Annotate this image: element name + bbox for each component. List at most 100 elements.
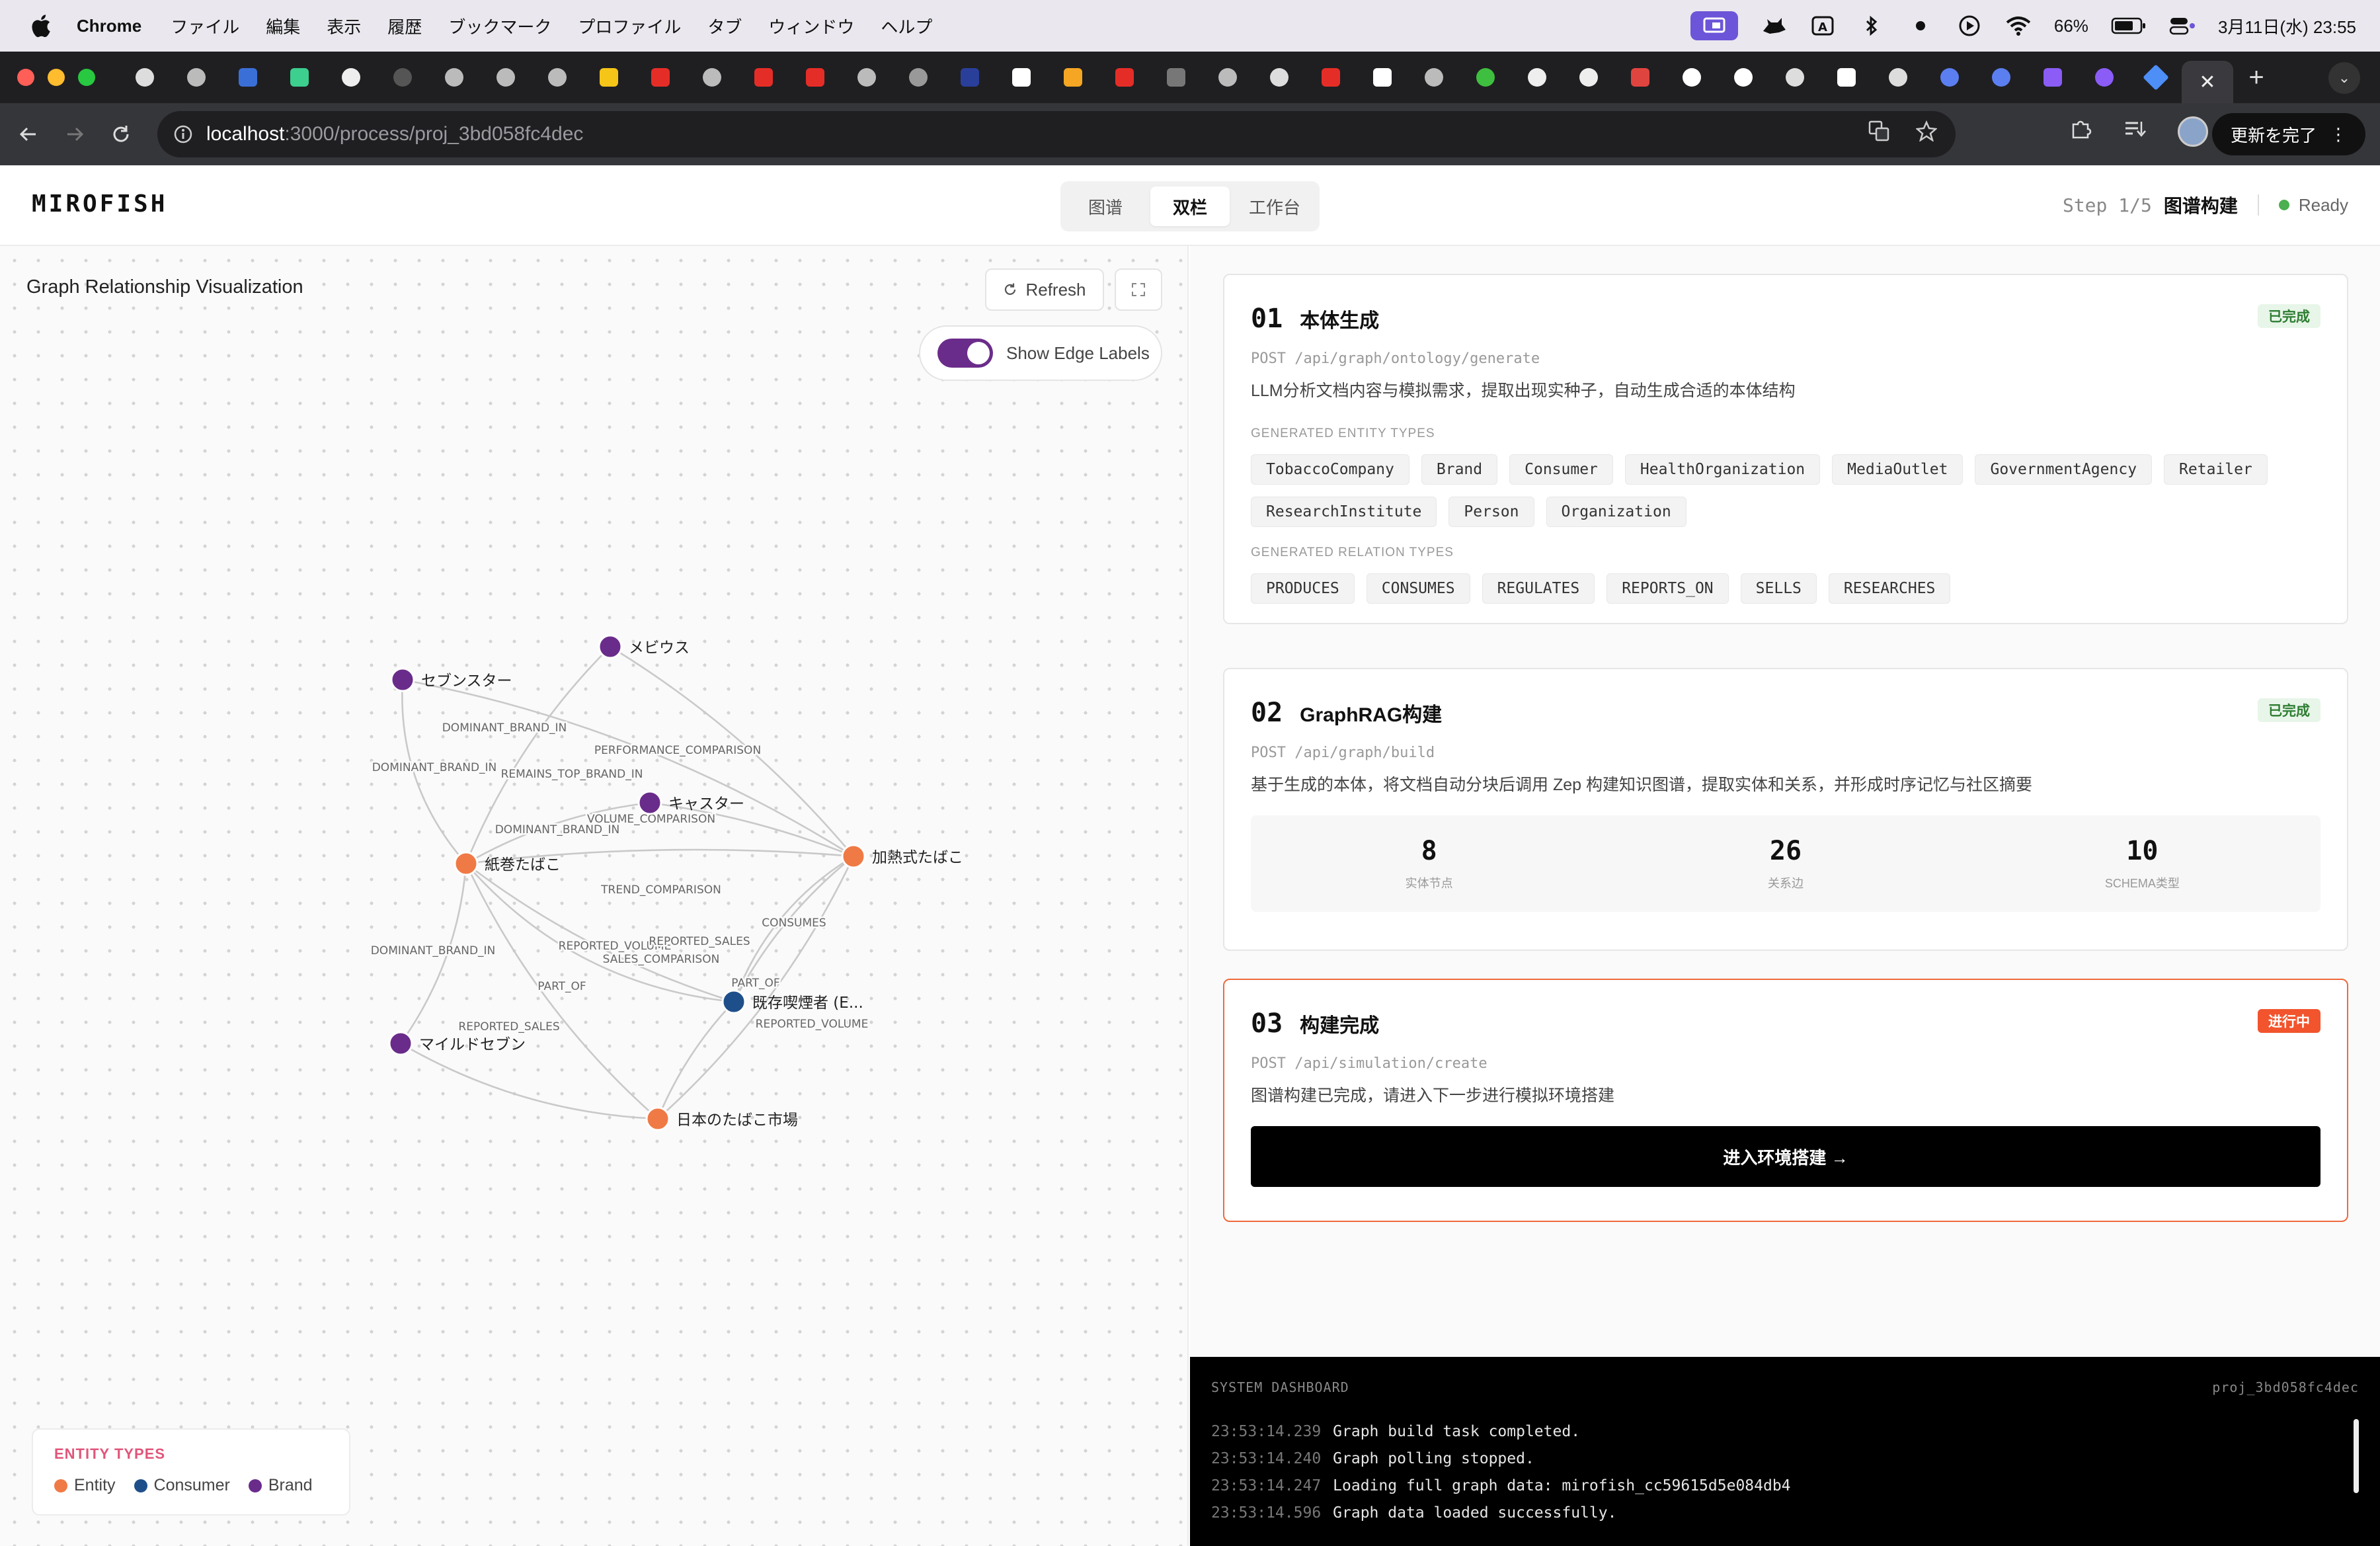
browser-tab[interactable]: [2130, 58, 2182, 97]
tab-workbench-view[interactable]: 工作台: [1235, 186, 1314, 226]
menu-view[interactable]: 表示: [327, 14, 361, 38]
refresh-button[interactable]: Refresh: [985, 268, 1104, 311]
browser-tab[interactable]: [1718, 58, 1769, 97]
menu-tab[interactable]: タブ: [707, 14, 742, 38]
graph-node-circle[interactable]: [454, 851, 479, 876]
browser-tab[interactable]: [171, 58, 222, 97]
browser-tab[interactable]: [686, 58, 738, 97]
browser-tab[interactable]: [274, 58, 325, 97]
browser-tab[interactable]: [377, 58, 428, 97]
browser-tab[interactable]: [1975, 58, 2027, 97]
close-tab-icon[interactable]: ✕: [2199, 71, 2215, 94]
graph-edge[interactable]: [400, 1042, 658, 1120]
graph-node[interactable]: 加熱式たばこ: [841, 844, 963, 869]
wifi-icon[interactable]: [2005, 13, 2032, 39]
new-tab-button[interactable]: +: [2233, 63, 2280, 93]
browser-tab[interactable]: [1408, 58, 1460, 97]
graph-node[interactable]: メビウス: [598, 634, 690, 659]
browser-tab[interactable]: [841, 58, 892, 97]
menu-history[interactable]: 履歴: [387, 14, 422, 38]
graph-node-circle[interactable]: [645, 1106, 670, 1131]
graph-node-circle[interactable]: [841, 844, 866, 869]
browser-tab[interactable]: [1099, 58, 1150, 97]
browser-tab[interactable]: [1666, 58, 1718, 97]
browser-tab[interactable]: [1563, 58, 1614, 97]
browser-tab[interactable]: [1924, 58, 1975, 97]
browser-tab[interactable]: [1821, 58, 1872, 97]
translate-icon[interactable]: [1868, 120, 1889, 147]
input-method-icon[interactable]: A: [1809, 13, 1836, 39]
graph-node-circle[interactable]: [598, 634, 623, 659]
active-browser-tab[interactable]: ✕: [2182, 61, 2233, 103]
browser-tab[interactable]: [1047, 58, 1099, 97]
menu-app-chrome[interactable]: Chrome: [77, 16, 141, 36]
browser-tab[interactable]: [892, 58, 944, 97]
browser-tab[interactable]: [1150, 58, 1202, 97]
browser-tab[interactable]: [2079, 58, 2130, 97]
bluetooth-icon[interactable]: [1858, 13, 1885, 39]
menu-help[interactable]: ヘルプ: [881, 14, 932, 38]
reading-list-icon[interactable]: [2123, 118, 2146, 145]
close-window-button[interactable]: [17, 69, 34, 86]
menu-profiles[interactable]: プロファイル: [578, 14, 681, 38]
browser-tab[interactable]: [1769, 58, 1821, 97]
browser-tab[interactable]: [1305, 58, 1357, 97]
browser-tab[interactable]: [1460, 58, 1511, 97]
record-dot-icon[interactable]: [1907, 13, 1934, 39]
extensions-icon[interactable]: [2069, 118, 2092, 145]
graph-node-circle[interactable]: [637, 790, 662, 815]
back-button[interactable]: [5, 111, 52, 157]
browser-tab[interactable]: [1614, 58, 1666, 97]
bookmark-star-icon[interactable]: [1915, 120, 1938, 147]
graph-node[interactable]: 紙巻たばこ: [454, 851, 561, 876]
menu-edit[interactable]: 編集: [266, 14, 300, 38]
browser-tab[interactable]: [1872, 58, 1924, 97]
menu-bookmarks[interactable]: ブックマーク: [448, 14, 551, 38]
menu-bar-clock[interactable]: 3月11日(水) 23:55: [2218, 14, 2356, 38]
battery-icon[interactable]: [2111, 13, 2147, 39]
tab-split-view[interactable]: 双栏: [1150, 186, 1230, 226]
tab-graph-view[interactable]: 图谱: [1066, 186, 1145, 226]
profile-avatar[interactable]: [2178, 116, 2208, 147]
forward-button[interactable]: [52, 111, 98, 157]
graph-node-circle[interactable]: [388, 1031, 413, 1056]
browser-tab[interactable]: [944, 58, 996, 97]
edge-labels-toggle[interactable]: Show Edge Labels: [919, 325, 1162, 381]
graph-node-circle[interactable]: [390, 667, 415, 692]
browser-tab[interactable]: [1357, 58, 1408, 97]
graph-node[interactable]: セブンスター: [390, 667, 512, 692]
menu-window[interactable]: ウィンドウ: [768, 14, 854, 38]
toggle-switch[interactable]: [937, 339, 993, 368]
browser-tab[interactable]: [738, 58, 789, 97]
update-chrome-button[interactable]: 更新を完了 ⋮: [2211, 113, 2365, 155]
browser-tab[interactable]: [532, 58, 583, 97]
play-icon[interactable]: [1956, 13, 1983, 39]
graph-edge[interactable]: [656, 1001, 734, 1119]
browser-tab[interactable]: [789, 58, 841, 97]
graph-node[interactable]: マイルドセブン: [388, 1031, 526, 1056]
fullscreen-button[interactable]: [1115, 268, 1162, 311]
browser-tab[interactable]: [222, 58, 274, 97]
apple-icon[interactable]: [24, 9, 58, 43]
browser-tab[interactable]: [325, 58, 377, 97]
browser-tab[interactable]: [583, 58, 635, 97]
browser-tab[interactable]: [2027, 58, 2079, 97]
browser-tab[interactable]: [635, 58, 686, 97]
zoom-window-button[interactable]: [78, 69, 95, 86]
control-center-icon[interactable]: [2169, 13, 2196, 39]
cat-icon[interactable]: [1761, 13, 1787, 39]
site-info-icon[interactable]: [173, 124, 193, 144]
enter-environment-setup-button[interactable]: 进入环境搭建 →: [1251, 1126, 2320, 1187]
graph-node[interactable]: 日本のたばこ市場: [645, 1106, 798, 1131]
app-logo[interactable]: MIROFISH: [32, 190, 167, 218]
screen-share-icon[interactable]: [1690, 11, 1738, 40]
dashboard-scrollbar[interactable]: [2354, 1419, 2359, 1493]
browser-tab[interactable]: [1511, 58, 1563, 97]
browser-tab[interactable]: [996, 58, 1047, 97]
tab-search-button[interactable]: ⌄: [2328, 62, 2360, 94]
graph-node[interactable]: キャスター: [637, 790, 744, 815]
graph-canvas[interactable]: DOMINANT_BRAND_IN DOMINANT_BRAND_IN PERFOR…: [0, 246, 1189, 1546]
browser-tab[interactable]: [1253, 58, 1305, 97]
address-bar[interactable]: localhost:3000/process/proj_3bd058fc4dec: [157, 111, 1956, 157]
reload-button[interactable]: [98, 111, 144, 157]
